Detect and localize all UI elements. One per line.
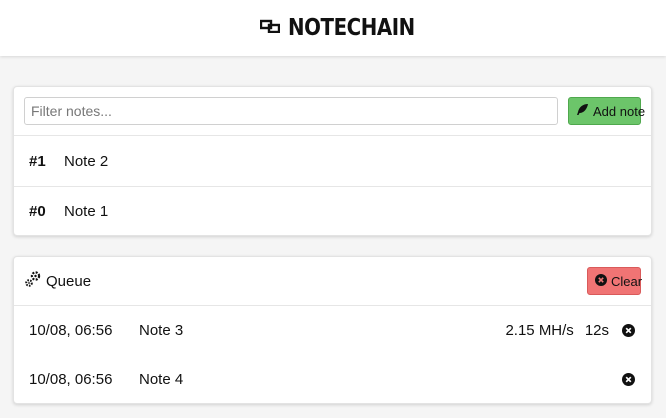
queue-item: 10/08, 06:56 Note 3 2.15 MH/s 12s (14, 306, 651, 355)
top-bar: NOTECHAIN (0, 0, 666, 56)
queue-item-time: 10/08, 06:56 (29, 322, 113, 339)
queue-header: Queue Clear (14, 257, 651, 306)
note-title: Note 1 (64, 203, 109, 220)
notes-toolbar: Add note (14, 87, 651, 136)
add-note-button[interactable]: Add note (568, 97, 645, 125)
clear-label: Clear (611, 273, 643, 289)
note-number: #1 (29, 152, 46, 170)
queue-item-eta: 12s (584, 322, 609, 339)
queue-item-name: Note 4 (139, 371, 184, 388)
chain-link-icon (259, 19, 281, 38)
times-circle-icon (595, 273, 607, 289)
queue-item-time: 10/08, 06:56 (29, 371, 113, 388)
remove-item-icon[interactable] (622, 373, 635, 386)
note-row[interactable]: #0 Note 1 (14, 186, 651, 236)
app-title: NOTECHAIN (288, 15, 415, 41)
remove-item-icon[interactable] (622, 324, 635, 337)
queue-item-hashrate: 2.15 MH/s (505, 322, 574, 339)
queue-item: 10/08, 06:56 Note 4 (14, 355, 651, 404)
note-number: #0 (29, 203, 46, 220)
queue-title: Queue (46, 272, 92, 290)
note-title: Note 2 (64, 152, 109, 170)
clear-queue-button[interactable]: Clear (587, 267, 643, 295)
notes-panel: Add note #1 Note 2 #0 Note 1 (13, 86, 652, 236)
gears-icon (24, 270, 42, 292)
queue-panel: Queue Clear 10/08, 06:56 Note 3 2.15 MH/… (13, 256, 652, 404)
note-row[interactable]: #1 Note 2 (14, 136, 651, 186)
filter-notes-input[interactable] (24, 97, 558, 125)
feather-icon (576, 103, 589, 119)
queue-item-name: Note 3 (139, 322, 184, 339)
brand: NOTECHAIN (259, 15, 415, 41)
add-note-label: Add note (593, 103, 646, 119)
